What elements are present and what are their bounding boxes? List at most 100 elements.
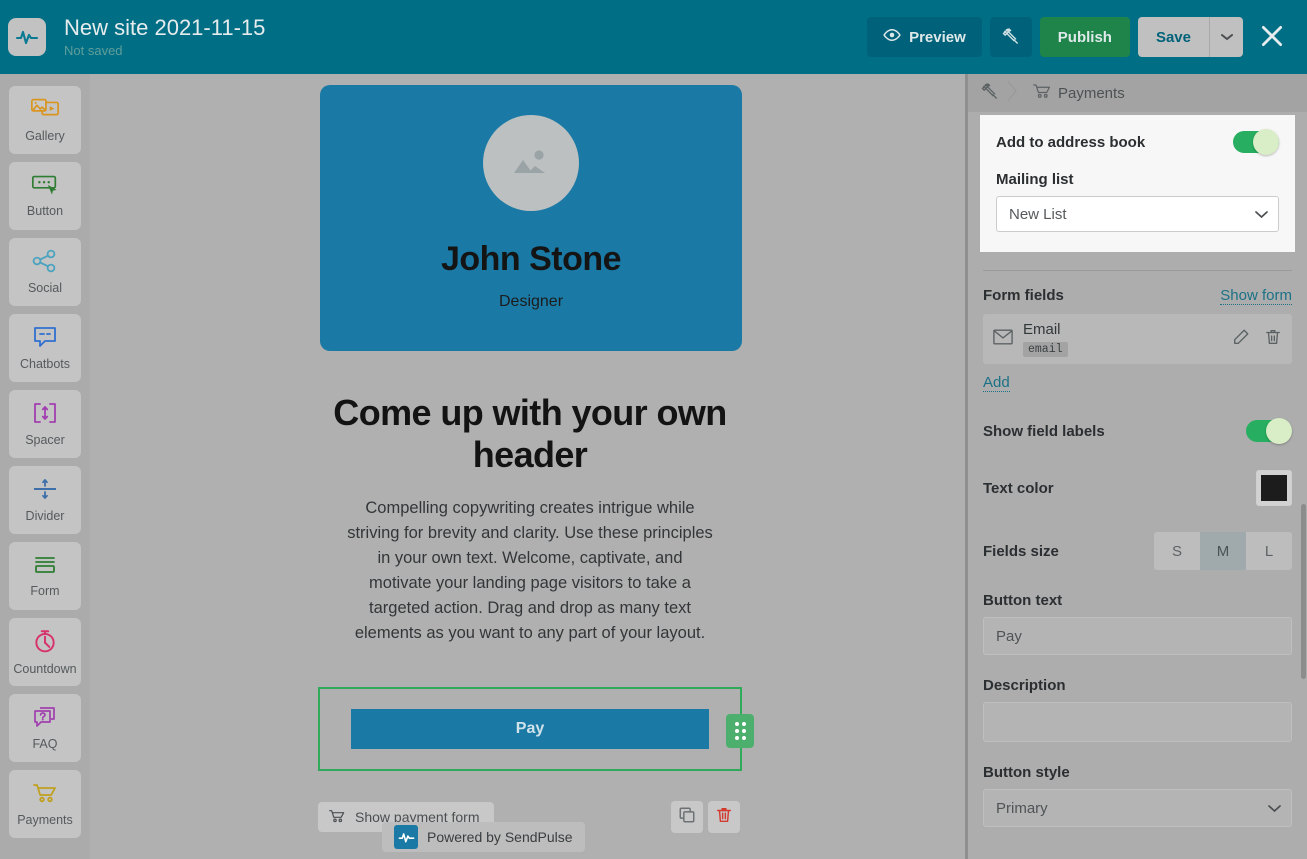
form-field-name: Email — [1023, 321, 1061, 338]
sidebar-item-gallery[interactable]: Gallery — [9, 86, 81, 154]
site-builder-app: New site 2021-11-15 Not saved Preview Pu… — [0, 0, 1307, 859]
button-style-value: Primary — [996, 800, 1048, 817]
settings-panel: Payments Add to address book Mailing lis… — [965, 74, 1307, 859]
sidebar-item-spacer[interactable]: Spacer — [9, 390, 81, 458]
page-title: New site 2021-11-15 — [64, 16, 867, 40]
sidebar-item-label: Spacer — [25, 433, 65, 447]
chevron-right-icon — [1006, 80, 1018, 107]
fields-size-option-l[interactable]: L — [1246, 532, 1292, 570]
sidebar-item-label: Countdown — [13, 662, 76, 676]
add-to-address-book-toggle[interactable] — [1233, 131, 1279, 153]
profile-role: Designer — [499, 293, 563, 311]
sidebar-item-chatbots[interactable]: Chatbots — [9, 314, 81, 382]
form-field-row[interactable]: Email email — [983, 314, 1292, 364]
duplicate-block-button[interactable] — [671, 801, 703, 833]
breadcrumb: Payments — [968, 74, 1307, 112]
sidebar-item-button[interactable]: Button — [9, 162, 81, 230]
powered-by-badge: Powered by SendPulse — [382, 822, 585, 852]
cart-icon — [328, 808, 346, 827]
pay-button[interactable]: Pay — [351, 709, 709, 749]
payment-block-selected[interactable]: Pay — [318, 687, 742, 771]
pencil-icon[interactable] — [1232, 328, 1250, 351]
settings-body: Add to address book Mailing list New Lis… — [968, 115, 1307, 827]
cart-icon — [1032, 82, 1052, 105]
social-share-icon — [31, 249, 59, 278]
save-button[interactable]: Save — [1138, 17, 1209, 57]
brushes-icon — [1001, 26, 1021, 49]
elements-sidebar[interactable]: Gallery Button Social — [0, 74, 90, 859]
spacer-icon — [31, 401, 59, 430]
close-button[interactable] — [1249, 14, 1295, 60]
description-label: Description — [983, 677, 1292, 694]
sidebar-item-label: Divider — [26, 509, 65, 523]
sidebar-item-label: Social — [28, 281, 62, 295]
title-block: New site 2021-11-15 Not saved — [64, 16, 867, 58]
description-input[interactable] — [983, 702, 1292, 742]
chevron-down-icon — [1255, 206, 1268, 223]
save-status: Not saved — [64, 43, 867, 58]
add-to-address-book-label: Add to address book — [996, 134, 1145, 151]
button-text-label: Button text — [983, 592, 1292, 609]
sidebar-item-countdown[interactable]: Countdown — [9, 618, 81, 686]
fields-size-option-s[interactable]: S — [1154, 532, 1200, 570]
text-color-label: Text color — [983, 480, 1054, 497]
add-to-address-book-row: Add to address book — [996, 131, 1279, 153]
profile-name: John Stone — [441, 240, 621, 279]
show-field-labels-toggle[interactable] — [1246, 420, 1292, 442]
header-actions: Preview Publish Save — [867, 14, 1307, 60]
text-color-swatch[interactable] — [1256, 470, 1292, 506]
chevron-down-icon — [1221, 28, 1233, 46]
body-text[interactable]: Compelling copywriting creates intrigue … — [345, 496, 715, 646]
sidebar-item-form[interactable]: Form — [9, 542, 81, 610]
sidebar-item-social[interactable]: Social — [9, 238, 81, 306]
sidebar-item-payments[interactable]: Payments — [9, 770, 81, 838]
section-divider — [983, 270, 1292, 271]
close-icon — [1259, 23, 1285, 52]
powered-by-label: Powered by SendPulse — [427, 829, 573, 845]
publish-button[interactable]: Publish — [1040, 17, 1130, 57]
preview-label: Preview — [909, 29, 966, 46]
breadcrumb-current: Payments — [1058, 85, 1125, 102]
design-settings-button[interactable] — [990, 17, 1032, 57]
sidebar-item-divider[interactable]: Divider — [9, 466, 81, 534]
app-header: New site 2021-11-15 Not saved Preview Pu… — [0, 0, 1307, 74]
button-style-select[interactable]: Primary — [983, 789, 1292, 827]
mailing-list-select[interactable]: New List — [996, 196, 1279, 232]
show-form-link[interactable]: Show form — [1220, 287, 1292, 305]
fields-size-label: Fields size — [983, 543, 1059, 560]
chevron-down-icon — [1268, 800, 1281, 817]
panel-scrollbar-thumb[interactable] — [1301, 504, 1306, 679]
sidebar-item-label: Payments — [17, 813, 73, 827]
trash-icon — [715, 806, 733, 829]
page-canvas: John Stone Designer Come up with your ow… — [90, 74, 965, 859]
trash-icon[interactable] — [1264, 328, 1282, 351]
pulse-logo-icon — [8, 18, 46, 56]
form-fields-section: Form fields Show form Email email — [968, 287, 1307, 827]
text-color-row: Text color — [983, 470, 1292, 506]
countdown-icon — [32, 628, 58, 659]
fields-size-segmented-control: S M L — [1154, 532, 1292, 570]
add-field-link[interactable]: Add — [983, 374, 1010, 392]
chatbot-icon — [31, 325, 59, 354]
fields-size-row: Fields size S M L — [983, 532, 1292, 570]
profile-card-block[interactable]: John Stone Designer — [320, 85, 742, 351]
sidebar-item-faq[interactable]: FAQ — [9, 694, 81, 762]
drag-dots-icon[interactable] — [726, 714, 754, 748]
sidebar-item-label: Gallery — [25, 129, 65, 143]
cart-icon — [31, 781, 59, 810]
button-style-label: Button style — [983, 764, 1292, 781]
fields-size-option-m[interactable]: M — [1200, 532, 1246, 570]
save-button-group: Save — [1138, 17, 1243, 57]
preview-button[interactable]: Preview — [867, 17, 982, 57]
headline-text[interactable]: Come up with your own header — [285, 392, 775, 477]
gallery-icon — [30, 97, 60, 126]
mailing-list-value: New List — [1009, 206, 1067, 223]
brushes-icon[interactable] — [980, 81, 1000, 106]
envelope-icon — [993, 329, 1013, 350]
save-dropdown-button[interactable] — [1209, 17, 1243, 57]
button-text-input[interactable]: Pay — [983, 617, 1292, 655]
address-book-card: Add to address book Mailing list New Lis… — [980, 115, 1295, 252]
form-field-actions — [1232, 328, 1282, 351]
sidebar-item-label: Chatbots — [20, 357, 70, 371]
delete-block-button[interactable] — [708, 801, 740, 833]
